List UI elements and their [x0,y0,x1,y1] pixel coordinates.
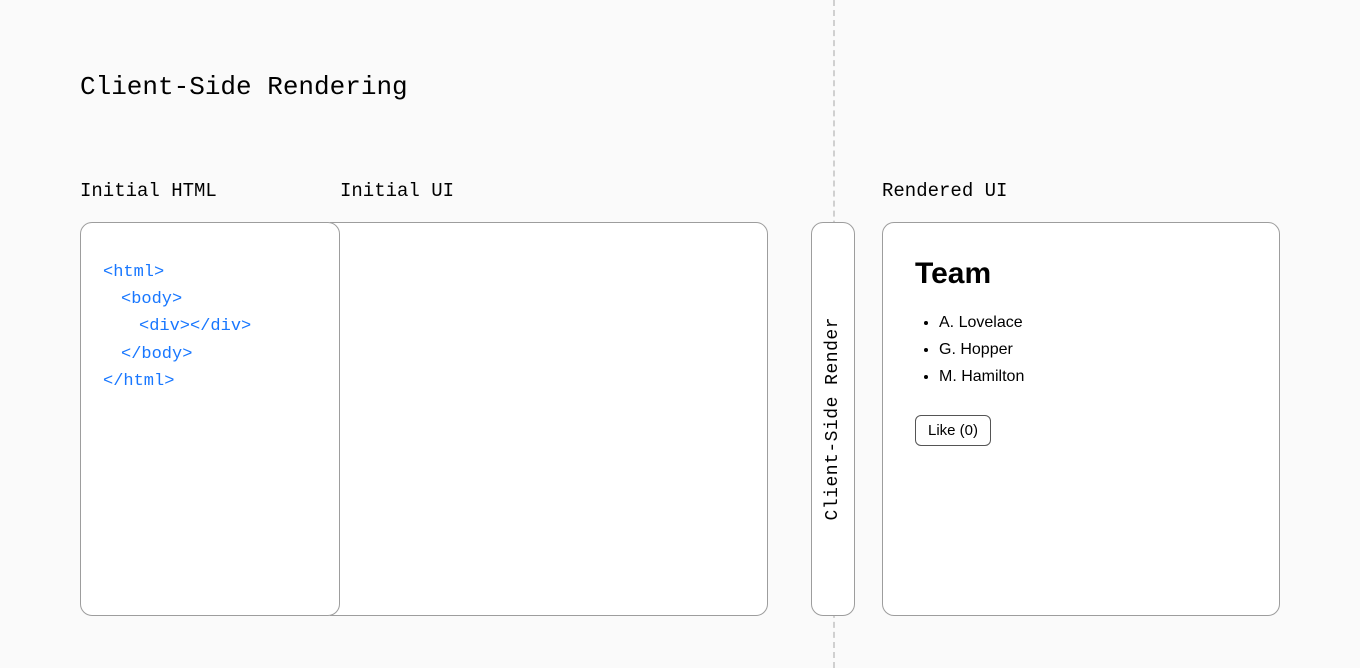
panel-initial-ui [330,222,768,616]
panel-rendered-ui: Team A. Lovelace G. Hopper M. Hamilton L… [882,222,1280,616]
team-list: A. Lovelace G. Hopper M. Hamilton [915,309,1247,391]
like-button[interactable]: Like (0) [915,415,991,446]
list-item: G. Hopper [939,336,1247,363]
diagram-title: Client-Side Rendering [80,72,408,102]
panel-client-side-render: Client-Side Render [811,222,855,616]
code-line: <div></div> [103,313,317,340]
csr-label: Client-Side Render [823,317,843,520]
list-item: A. Lovelace [939,309,1247,336]
label-initial-ui: Initial UI [340,180,454,202]
label-initial-html: Initial HTML [80,180,217,202]
list-item: M. Hamilton [939,363,1247,390]
label-rendered-ui: Rendered UI [882,180,1007,202]
code-line: <html> [103,263,164,282]
code-line: <body> [103,286,317,313]
code-line: </body> [103,341,317,368]
code-block: <html> <body> <div></div> </body> </html… [103,259,317,395]
panel-initial-html: <html> <body> <div></div> </body> </html… [80,222,340,616]
code-line: </html> [103,372,174,391]
rendered-heading: Team [915,257,1247,291]
